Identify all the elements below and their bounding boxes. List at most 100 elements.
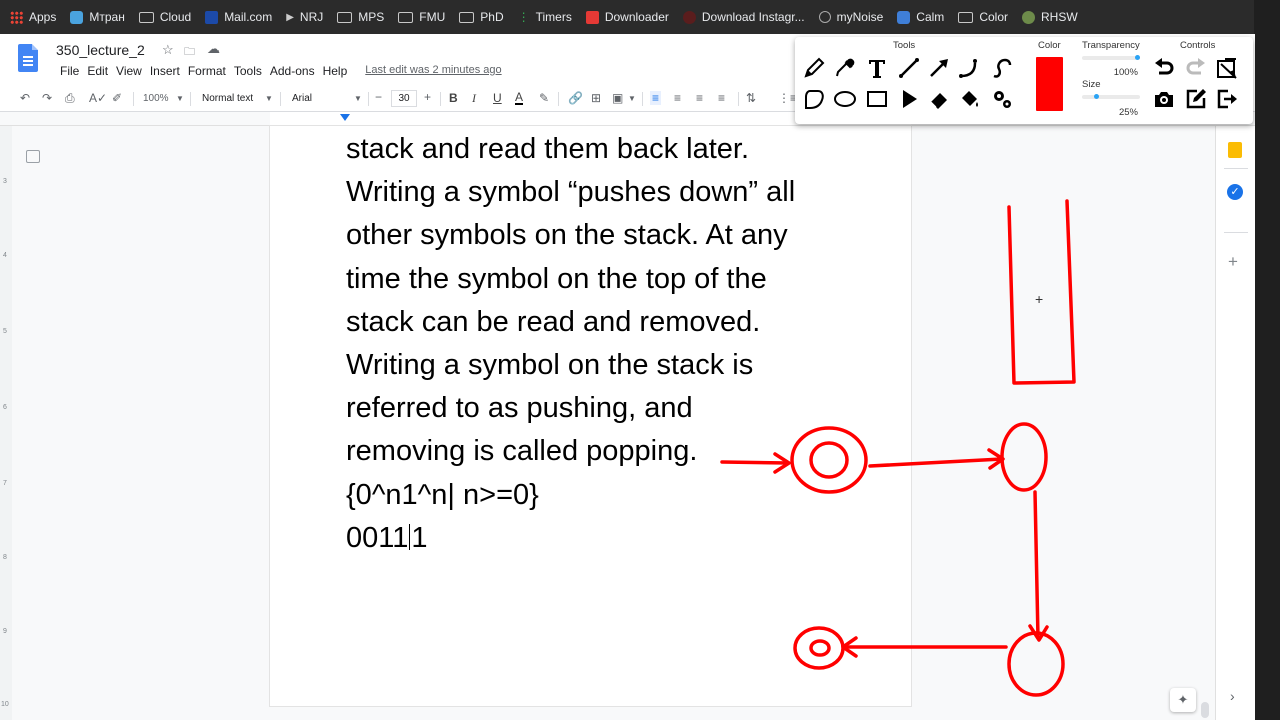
undo-icon[interactable] (1152, 56, 1176, 80)
transparency-slider[interactable] (1082, 56, 1140, 60)
font-size-input[interactable]: 30 (391, 90, 417, 107)
redo-icon[interactable] (1184, 56, 1208, 80)
menu-addons[interactable]: Add-ons (266, 64, 319, 78)
bookmark-color[interactable]: Color (958, 10, 1008, 24)
toolbar-divider (133, 92, 134, 106)
bookmark-fmu[interactable]: FMU (398, 10, 445, 24)
ruler-number: 4 (3, 252, 7, 259)
bookmark-phd[interactable]: PhD (459, 10, 504, 24)
star-icon[interactable]: ☆ (162, 42, 174, 58)
pencil-icon[interactable] (802, 56, 826, 80)
transparency-slider-knob[interactable] (1135, 55, 1140, 60)
zoom-select[interactable]: 100% (143, 93, 169, 104)
font-size-increase-button[interactable]: + (424, 90, 431, 104)
document-outline-icon[interactable] (26, 150, 40, 163)
bold-icon[interactable]: B (449, 91, 458, 105)
text-color-icon[interactable]: A (515, 91, 524, 105)
move-folder-icon[interactable]: 🗀 (184, 43, 195, 62)
font-select[interactable]: Arial (292, 93, 312, 104)
bookmark-instagram[interactable]: Download Instagr... (682, 10, 805, 24)
bookmark-mps[interactable]: MPS (337, 10, 384, 24)
menu-edit[interactable]: Edit (83, 64, 112, 78)
ellipse-icon[interactable] (833, 87, 857, 111)
folder-icon (958, 11, 974, 23)
underline-icon[interactable]: U (493, 91, 502, 105)
rectangle-icon[interactable] (865, 87, 889, 111)
explore-icon[interactable]: ✦ (1170, 688, 1196, 712)
paint-format-icon[interactable]: ✐ (112, 91, 122, 105)
arrow-icon[interactable] (927, 56, 951, 80)
bookmarks-bar: Apps Мтран Cloud Mail.com ▶ NRJ MPS FMU P… (0, 0, 1280, 34)
camera-icon[interactable] (1152, 87, 1176, 111)
bookmark-apps[interactable]: Apps (10, 10, 56, 24)
align-left-icon[interactable]: ≡ (650, 91, 662, 105)
align-right-icon[interactable]: ≡ (696, 91, 703, 105)
bookmark-timers[interactable]: ⋮ Timers (518, 10, 572, 24)
cloud-status-icon[interactable]: ☁ (207, 41, 220, 57)
doc-title[interactable]: 350_lecture_2 (56, 42, 145, 58)
line-icon[interactable] (897, 56, 921, 80)
justify-icon[interactable]: ≡ (718, 91, 725, 105)
toolbar-divider (642, 92, 643, 106)
bookmark-cloud[interactable]: Cloud (138, 10, 191, 24)
curve-icon[interactable] (958, 56, 982, 80)
menu-file[interactable]: File (56, 64, 83, 78)
freehand-s-icon[interactable] (990, 56, 1014, 80)
document-page[interactable]: stack and read them back later. Writing … (270, 126, 911, 706)
scrollbar-thumb[interactable] (1201, 702, 1209, 718)
indent-marker[interactable] (340, 114, 350, 121)
keep-icon[interactable] (1228, 142, 1242, 158)
exit-icon[interactable] (1215, 87, 1239, 111)
italic-icon[interactable]: I (472, 91, 476, 106)
document-body[interactable]: stack and read them back later. Writing … (346, 128, 866, 560)
size-slider-knob[interactable] (1094, 94, 1099, 99)
docs-logo-icon[interactable] (18, 44, 38, 72)
chevron-down-icon: ▼ (354, 94, 362, 103)
input-string-after-caret: 1 (411, 521, 428, 554)
edit-icon[interactable] (1184, 87, 1208, 111)
image-icon[interactable]: ▣ (612, 91, 623, 105)
bookmark-mtran[interactable]: Мтран (70, 10, 125, 24)
comment-icon[interactable]: ⊞ (591, 91, 601, 105)
menu-help[interactable]: Help (319, 64, 352, 78)
print-icon[interactable]: ⎙ (65, 91, 75, 106)
chevron-right-icon[interactable]: › (1230, 688, 1235, 704)
settings-icon[interactable] (990, 87, 1014, 111)
highlight-icon[interactable]: ✎ (539, 91, 549, 105)
clear-icon[interactable] (1215, 56, 1239, 80)
eyedropper-icon[interactable] (833, 56, 857, 80)
menu-insert[interactable]: Insert (146, 64, 184, 78)
bookmark-downloader[interactable]: Downloader (585, 10, 669, 24)
menu-tools[interactable]: Tools (230, 64, 266, 78)
menu-format[interactable]: Format (184, 64, 230, 78)
bookmark-rhsw[interactable]: RHSW (1022, 10, 1078, 24)
transition-arrowhead-down (1028, 624, 1049, 642)
spellcheck-icon[interactable]: A✓ (89, 91, 107, 105)
align-center-icon[interactable]: ≡ (674, 91, 681, 105)
redo-icon[interactable]: ↷ (42, 91, 52, 105)
font-size-decrease-button[interactable]: − (375, 90, 382, 104)
apps-grid-icon (10, 10, 23, 24)
bookmark-mynoise[interactable]: myNoise (818, 10, 883, 24)
tasks-icon[interactable]: ✓ (1227, 184, 1243, 200)
style-select[interactable]: Normal text (202, 93, 253, 104)
last-edit-link[interactable]: Last edit was 2 minutes ago (365, 64, 501, 78)
text-line: referred to as pushing, and (346, 392, 693, 425)
bookmark-calm[interactable]: Calm (897, 10, 944, 24)
eraser-icon[interactable] (927, 87, 951, 111)
fill-bucket-icon[interactable] (958, 87, 982, 111)
line-spacing-icon[interactable]: ⇅ (746, 91, 756, 105)
color-swatch[interactable] (1036, 57, 1063, 111)
bookmark-nrj[interactable]: ▶ NRJ (286, 10, 323, 24)
toolbar-divider (440, 92, 441, 106)
ruler-number: 8 (3, 554, 7, 561)
link-icon[interactable]: 🔗 (568, 91, 583, 105)
size-slider[interactable] (1082, 95, 1140, 99)
bookmark-mail[interactable]: Mail.com (205, 10, 272, 24)
text-tool-icon[interactable] (865, 56, 889, 80)
menu-view[interactable]: View (112, 64, 146, 78)
pointer-icon[interactable] (897, 87, 921, 111)
lasso-icon[interactable] (802, 87, 826, 111)
add-addon-icon[interactable]: + (1228, 252, 1238, 272)
undo-icon[interactable]: ↶ (20, 91, 30, 105)
